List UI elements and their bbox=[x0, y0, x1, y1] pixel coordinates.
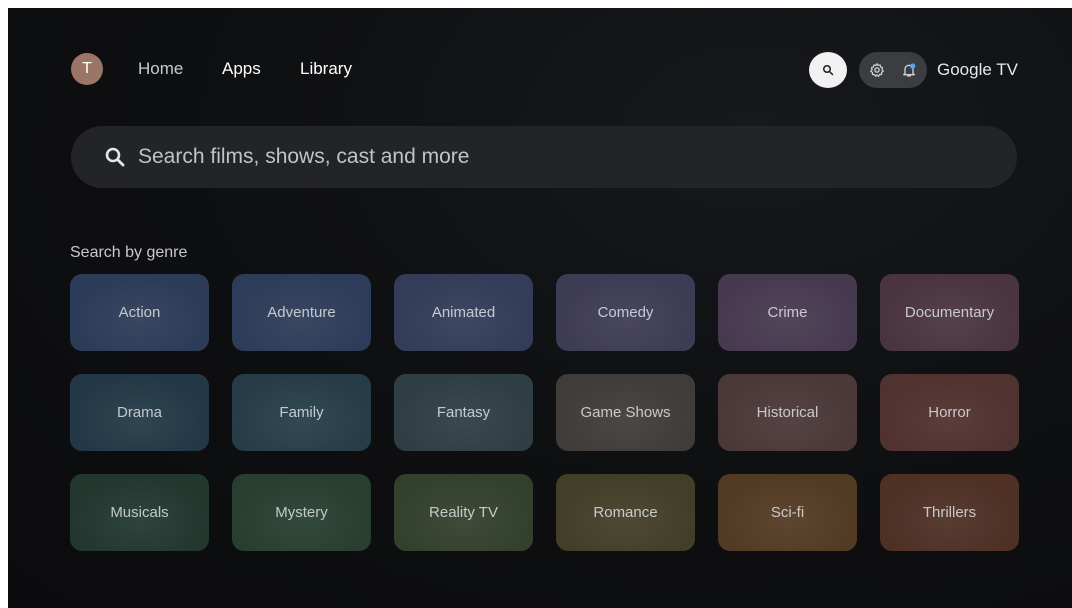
search-input[interactable]: Search films, shows, cast and more bbox=[71, 126, 1017, 188]
genre-tile-horror[interactable]: Horror bbox=[880, 374, 1019, 451]
gear-icon bbox=[870, 63, 884, 77]
genre-tile-historical[interactable]: Historical bbox=[718, 374, 857, 451]
genre-tile-game-shows[interactable]: Game Shows bbox=[556, 374, 695, 451]
genre-tile-action[interactable]: Action bbox=[70, 274, 209, 351]
settings-button[interactable] bbox=[867, 60, 887, 80]
settings-notifications-pill bbox=[859, 52, 927, 88]
genre-tile-crime[interactable]: Crime bbox=[718, 274, 857, 351]
genre-tile-mystery[interactable]: Mystery bbox=[232, 474, 371, 551]
nav-apps[interactable]: Apps bbox=[222, 58, 261, 80]
genre-grid: Action Adventure Animated Comedy Crime Docume… bbox=[70, 274, 1019, 551]
genre-tile-romance[interactable]: Romance bbox=[556, 474, 695, 551]
genre-tile-reality-tv[interactable]: Reality TV bbox=[394, 474, 533, 551]
genre-tile-comedy[interactable]: Comedy bbox=[556, 274, 695, 351]
notifications-button[interactable] bbox=[899, 60, 919, 80]
avatar[interactable]: T bbox=[71, 53, 103, 85]
search-placeholder: Search films, shows, cast and more bbox=[138, 145, 470, 168]
genre-tile-drama[interactable]: Drama bbox=[70, 374, 209, 451]
top-navigation: T Home Apps Library Google TV bbox=[8, 8, 1072, 128]
search-icon bbox=[105, 147, 125, 167]
nav-home[interactable]: Home bbox=[138, 58, 183, 80]
genre-tile-thrillers[interactable]: Thrillers bbox=[880, 474, 1019, 551]
genre-tile-fantasy[interactable]: Fantasy bbox=[394, 374, 533, 451]
genre-tile-sci-fi[interactable]: Sci-fi bbox=[718, 474, 857, 551]
search-icon bbox=[823, 65, 834, 76]
genre-tile-musicals[interactable]: Musicals bbox=[70, 474, 209, 551]
genre-tile-animated[interactable]: Animated bbox=[394, 274, 533, 351]
genre-tile-family[interactable]: Family bbox=[232, 374, 371, 451]
tv-screen: T Home Apps Library Google TV Search fil… bbox=[8, 8, 1072, 608]
genre-tile-adventure[interactable]: Adventure bbox=[232, 274, 371, 351]
genre-section-title: Search by genre bbox=[70, 244, 188, 261]
search-button[interactable] bbox=[809, 52, 847, 88]
genre-tile-documentary[interactable]: Documentary bbox=[880, 274, 1019, 351]
nav-library[interactable]: Library bbox=[300, 58, 352, 80]
notification-bell-icon bbox=[903, 63, 916, 77]
brand-logo: Google TV bbox=[937, 60, 1018, 79]
